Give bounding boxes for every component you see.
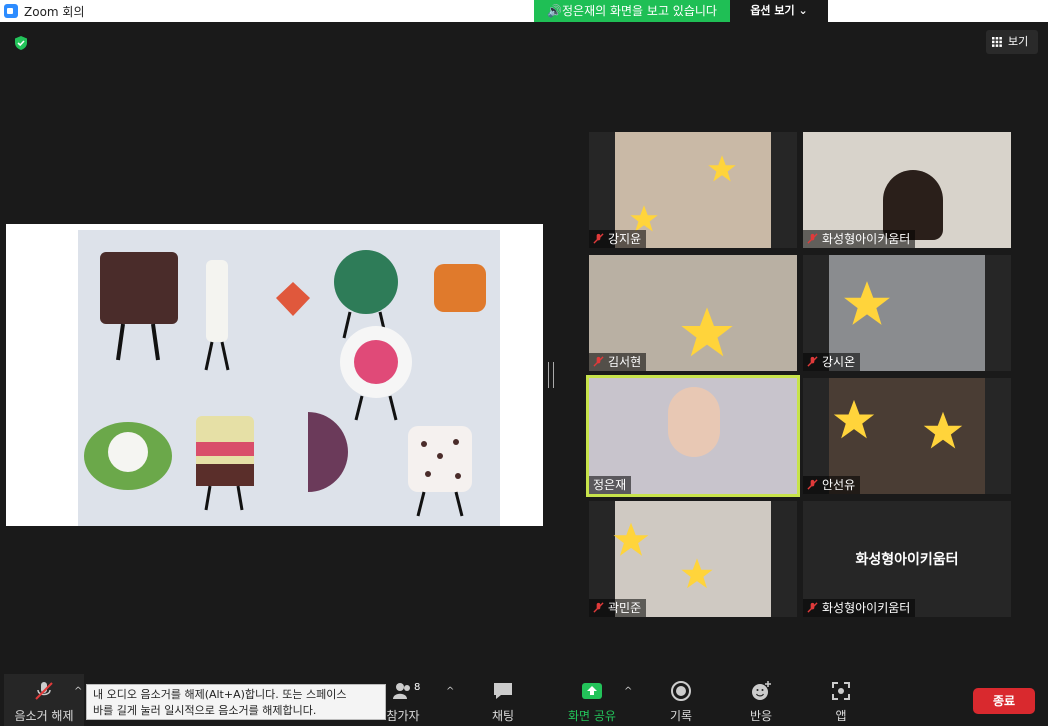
clay-characters-photo [78,230,500,526]
chat-button[interactable]: 채팅 [476,674,530,726]
resize-handle[interactable] [548,362,554,388]
star-sticker-icon [708,155,736,182]
screen-share-banner: 🔊정은재의 화면을 보고 있습니다 [534,0,730,22]
participant-name-label: 강지윤 [589,230,647,248]
window-title: Zoom 회의 [24,5,85,19]
unmute-label: 음소거 해제 [14,709,74,723]
star-sticker-icon [833,399,875,439]
unmute-tooltip: 내 오디오 음소거를 해제(Alt+A)합니다. 또는 스페이스 바를 길게 눌… [86,684,386,720]
participant-tile[interactable]: 강시온 [803,255,1011,371]
grid-icon [992,37,1002,47]
apps-icon [832,682,850,700]
apps-label: 앱 [835,709,847,723]
share-screen-icon [582,683,602,699]
microphone-muted-icon [35,682,53,700]
participant-tile[interactable]: 화성형아이키움터 [803,132,1011,248]
reactions-label: 반응 [749,709,773,723]
participant-tile-active-speaker[interactable]: 정은재 [586,375,800,497]
tooltip-line: 내 오디오 음소거를 해제(Alt+A)합니다. 또는 스페이스 [93,688,347,701]
end-meeting-button[interactable]: 종료 [973,688,1035,714]
zoom-logo-icon [4,4,18,18]
share-caret-icon[interactable]: ^ [624,686,632,697]
participant-name: 정은재 [593,478,627,492]
view-label: 보기 [1008,35,1029,48]
mic-muted-icon [807,602,818,613]
participant-tile-video-off[interactable]: 화성형아이키움터 화성형아이키움터 [803,501,1011,617]
participant-name: 김서현 [608,355,642,369]
audio-options-caret-icon[interactable]: ^ [74,686,82,697]
mic-muted-icon [593,233,604,244]
view-layout-button[interactable]: 보기 [986,30,1038,54]
participant-tile[interactable]: 김서현 [589,255,797,371]
participant-name: 강시온 [822,355,856,369]
participant-name-label: 김서현 [589,353,647,371]
star-sticker-icon [613,522,649,556]
mic-muted-icon [593,356,604,367]
star-sticker-icon [681,307,733,357]
participant-center-name: 화성형아이키움터 [855,552,959,568]
participant-name: 강지윤 [608,232,642,246]
participant-name: 화성형아이키움터 [822,601,911,615]
participant-name-label: 화성형아이키움터 [803,599,916,617]
encryption-shield-icon[interactable] [12,34,30,52]
unmute-button[interactable]: 음소거 해제 [4,674,84,726]
participant-name-label: 강시온 [803,353,861,371]
view-options-button[interactable]: 옵션 보기 ⌄ [730,0,828,22]
participant-name: 안선유 [822,478,856,492]
participant-name: 곽민준 [608,601,642,615]
participant-tile[interactable]: 안선유 [803,378,1011,494]
participant-name-label: 안선유 [803,476,861,494]
title-bar: Zoom 회의 [0,0,1048,22]
record-icon [671,681,691,701]
participant-name-label: 정은재 [589,476,632,494]
record-button[interactable]: 기록 [654,674,708,726]
tooltip-line: 바를 길게 눌러 일시적으로 음소거를 해제합니다. [93,704,317,717]
mic-muted-icon [807,479,818,490]
apps-button[interactable]: 앱 [814,674,868,726]
participants-count-badge: 8 [414,682,421,693]
chat-icon [494,683,512,699]
star-sticker-icon [844,281,890,325]
star-sticker-icon [923,411,963,449]
reactions-button[interactable]: 반응 [734,674,788,726]
shared-screen [6,224,543,526]
participant-tile[interactable]: 강지윤 [589,132,797,248]
participant-name-label: 화성형아이키움터 [803,230,916,248]
participant-tile[interactable]: 곽민준 [589,501,797,617]
mic-muted-icon [807,356,818,367]
record-label: 기록 [669,709,693,723]
reactions-smiley-icon [752,681,771,700]
participant-name-label: 곽민준 [589,599,647,617]
share-screen-button[interactable]: 화면 공유 [560,674,624,726]
participant-figure [668,387,720,457]
shared-screen-photo [78,230,500,526]
mic-muted-icon [807,233,818,244]
participants-icon [393,683,410,699]
star-sticker-icon [681,558,713,589]
share-label: 화면 공유 [568,709,616,723]
mic-muted-icon [593,602,604,613]
participants-caret-icon[interactable]: ^ [446,686,454,697]
participant-name: 화성형아이키움터 [822,232,911,246]
chat-label: 채팅 [491,709,515,723]
